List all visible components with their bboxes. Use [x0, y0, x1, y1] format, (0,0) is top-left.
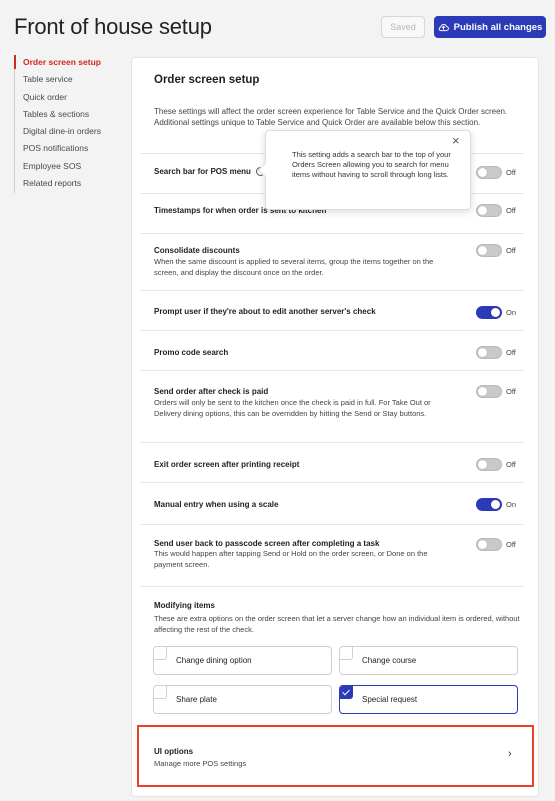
toggle-search-bar[interactable] [476, 166, 502, 179]
sidebar-item-table-service[interactable]: Table service [15, 72, 124, 89]
option-label: Change dining option [176, 656, 252, 665]
toggle-state: On [506, 308, 517, 317]
toggle-exit-order-screen[interactable] [476, 458, 502, 471]
divider [140, 586, 524, 587]
publish-all-changes-button[interactable]: Publish all changes [434, 16, 546, 38]
setting-description: When the same discount is applied to sev… [154, 257, 434, 277]
option-label: Change course [362, 656, 417, 665]
publish-label: Publish all changes [453, 21, 543, 33]
setting-row-prompt-user: Prompt user if they're about to edit ano… [140, 290, 524, 330]
modifying-items-label: Modifying items [154, 601, 215, 610]
toggle-state: Off [506, 387, 516, 396]
setting-label: Search bar for POS menui [154, 167, 265, 177]
setting-label: Promo code search [154, 348, 229, 357]
search-bar-tooltip: This setting adds a search bar to the to… [257, 130, 471, 210]
toggle-manual-entry-scale[interactable] [476, 498, 502, 511]
toggle-state: Off [506, 348, 516, 357]
setting-row-send-order-after-paid: Send order after check is paid Orders wi… [140, 370, 524, 442]
setting-row-exit-order-screen: Exit order screen after printing receipt… [140, 442, 524, 482]
option-share-plate[interactable]: Share plate [153, 685, 332, 714]
sidebar-item-employee-sos[interactable]: Employee SOS [15, 159, 124, 176]
checkbox[interactable] [154, 647, 167, 660]
sidebar-nav: Order screen setup Table service Quick o… [14, 55, 124, 194]
setting-row-promo-code-search: Promo code search Off [140, 330, 524, 370]
option-special-request[interactable]: Special request [339, 685, 518, 714]
setting-description: Orders will only be sent to the kitchen … [154, 398, 431, 418]
page-title: Front of house setup [14, 14, 212, 39]
section-title: Order screen setup [154, 74, 260, 86]
sidebar-item-tables-sections[interactable]: Tables & sections [15, 107, 124, 124]
sidebar-item-quick-order[interactable]: Quick order [15, 90, 124, 107]
option-label: Share plate [176, 695, 217, 704]
setting-description: This would happen after tapping Send or … [154, 549, 428, 569]
toggle-state: On [506, 500, 517, 509]
sidebar-item-pos-notifications[interactable]: POS notifications [15, 141, 124, 158]
checkbox[interactable] [154, 686, 167, 699]
toggle-consolidate-discounts[interactable] [476, 244, 502, 257]
setting-label: Consolidate discounts [154, 246, 240, 255]
saved-button[interactable]: Saved [381, 16, 425, 38]
ui-options-subtitle: Manage more POS settings [154, 759, 247, 768]
sidebar-item-digital-dine-in-orders[interactable]: Digital dine-in orders [15, 124, 124, 141]
toggle-state: Off [506, 246, 516, 255]
ui-options-title: UI options [154, 747, 194, 756]
toggle-promo-code-search[interactable] [476, 346, 502, 359]
setting-label: Send user back to passcode screen after … [154, 539, 380, 548]
setting-row-consolidate-discounts: Consolidate discounts When the same disc… [140, 233, 524, 290]
cloud-upload-icon [438, 23, 449, 31]
sidebar-item-order-screen-setup[interactable]: Order screen setup [14, 55, 124, 72]
toggle-state: Off [506, 460, 516, 469]
toggle-state: Off [506, 206, 516, 215]
sidebar-item-related-reports[interactable]: Related reports [15, 176, 124, 193]
ui-options-link[interactable]: UI options Manage more POS settings › [137, 725, 534, 787]
toggle-prompt-user[interactable] [476, 306, 502, 319]
setting-row-send-user-back: Send user back to passcode screen after … [140, 524, 524, 586]
chevron-right-icon: › [508, 748, 512, 760]
checkbox[interactable] [340, 647, 353, 660]
option-change-course[interactable]: Change course [339, 646, 518, 675]
toggle-state: Off [506, 540, 516, 549]
toggle-send-user-back[interactable] [476, 538, 502, 551]
setting-label: Send order after check is paid [154, 387, 269, 396]
option-change-dining-option[interactable]: Change dining option [153, 646, 332, 675]
setting-label: Prompt user if they're about to edit ano… [154, 307, 376, 316]
tooltip-text: This setting adds a search bar to the to… [292, 150, 451, 179]
close-icon[interactable]: × [452, 134, 460, 147]
option-label: Special request [362, 695, 418, 704]
section-intro: These settings will affect the order scr… [154, 107, 508, 127]
setting-label: Manual entry when using a scale [154, 500, 279, 509]
setting-label: Exit order screen after printing receipt [154, 460, 300, 469]
toggle-send-order-after-paid[interactable] [476, 385, 502, 398]
modifying-items-description: These are extra options on the order scr… [154, 614, 520, 634]
checkbox-checked[interactable] [340, 686, 353, 699]
setting-row-manual-entry-scale: Manual entry when using a scale On [140, 482, 524, 524]
toggle-timestamps[interactable] [476, 204, 502, 217]
toggle-state: Off [506, 168, 516, 177]
